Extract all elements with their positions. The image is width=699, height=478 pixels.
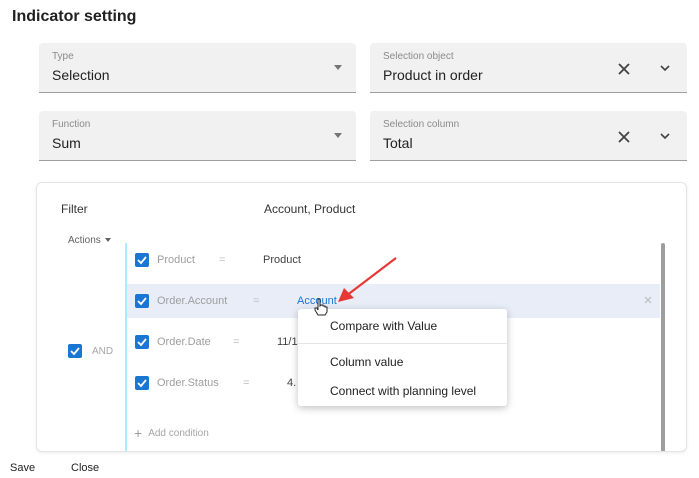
condition-value[interactable]: 11/1 [277,336,298,348]
condition-checkbox[interactable] [135,376,149,390]
condition-column[interactable]: Order.Status [157,377,219,389]
filter-summary: Account, Product [264,202,356,216]
caret-down-icon [104,238,111,243]
check-icon [70,347,80,356]
dropdown-caret-icon[interactable] [334,65,342,70]
hand-cursor-icon [314,298,328,316]
context-menu: Compare with Value Column value Connect … [298,309,507,406]
selection-object-value: Product in order [383,67,483,83]
chevron-down-icon[interactable] [659,131,671,141]
condition-checkbox[interactable] [135,253,149,267]
function-label: Function [52,119,91,130]
menu-item-column-value[interactable]: Column value [330,355,403,369]
close-button[interactable]: Close [71,462,99,474]
selection-object-select[interactable]: Selection object Product in order [370,43,687,93]
check-icon [137,297,147,306]
filter-label: Filter [61,202,88,216]
condition-checkbox[interactable] [135,294,149,308]
menu-divider [298,343,507,344]
condition-column[interactable]: Order.Date [157,336,211,348]
type-value: Selection [52,67,110,83]
condition-operator[interactable]: = [243,377,249,389]
clear-icon[interactable] [615,60,633,78]
add-condition-label: Add condition [148,428,209,439]
condition-value[interactable]: 4. [287,377,296,389]
dropdown-caret-icon[interactable] [334,133,342,138]
chevron-down-icon[interactable] [659,63,671,73]
and-operator-label: AND [92,346,114,357]
save-button[interactable]: Save [10,462,35,474]
actions-menu-button[interactable]: Actions [68,235,111,246]
function-value: Sum [52,135,81,151]
clear-icon[interactable] [615,128,633,146]
actions-label: Actions [68,235,101,246]
selection-column-value: Total [383,135,413,151]
add-condition-button[interactable]: + Add condition [134,425,209,441]
plus-icon: + [134,425,143,441]
condition-column[interactable]: Product [157,254,195,266]
check-icon [137,338,147,347]
annotation-arrow-icon [338,257,397,302]
selection-object-label: Selection object [383,51,454,62]
function-select[interactable]: Function Sum [39,111,356,161]
dialog-title: Indicator setting [12,8,137,25]
and-group-checkbox[interactable] [68,344,82,358]
condition-operator[interactable]: = [233,336,239,348]
check-icon [137,379,147,388]
selection-column-label: Selection column [383,119,460,130]
condition-column[interactable]: Order.Account [157,295,227,307]
scrollbar[interactable] [661,243,665,451]
condition-checkbox[interactable] [135,335,149,349]
type-select[interactable]: Type Selection [39,43,356,93]
condition-value[interactable]: Product [263,254,301,266]
selection-column-select[interactable]: Selection column Total [370,111,687,161]
remove-condition-icon[interactable] [642,294,654,306]
check-icon [137,256,147,265]
condition-operator[interactable]: = [253,295,259,307]
menu-item-compare-with-value[interactable]: Compare with Value [330,319,437,333]
menu-item-connect-with-planning-level[interactable]: Connect with planning level [330,384,476,398]
type-label: Type [52,51,74,62]
condition-operator[interactable]: = [219,254,225,266]
